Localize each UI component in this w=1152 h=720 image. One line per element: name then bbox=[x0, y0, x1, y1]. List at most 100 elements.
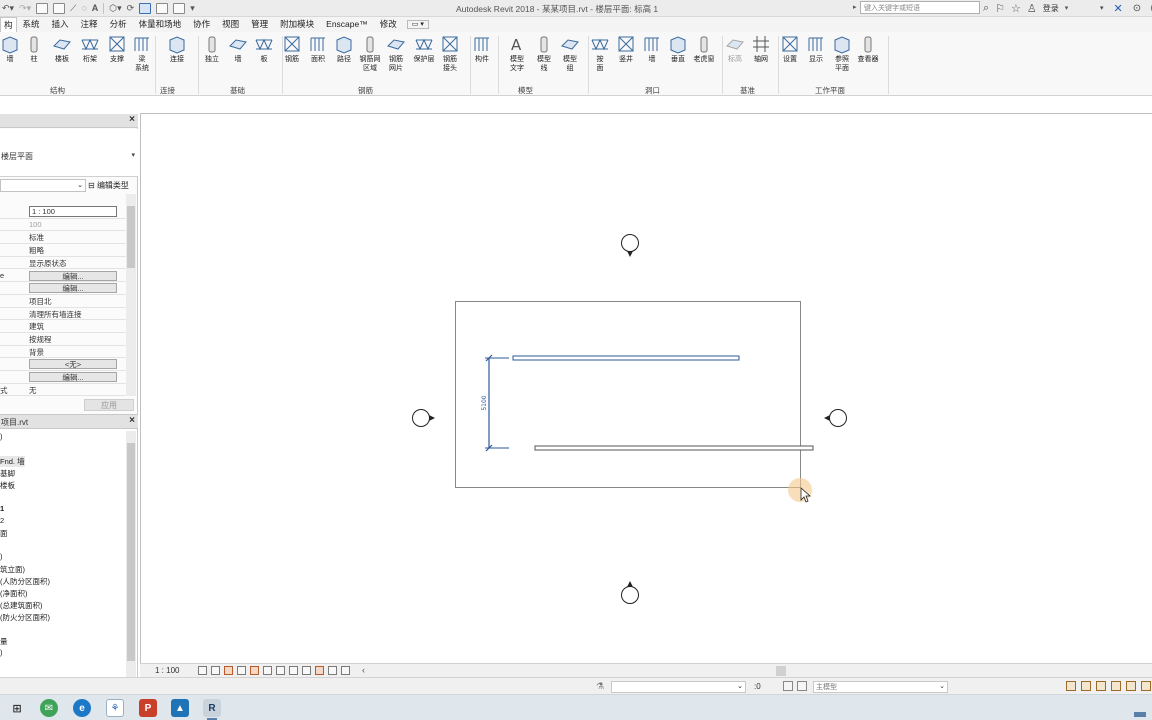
property-edit-button[interactable]: 编辑... bbox=[29, 372, 117, 383]
property-row[interactable]: 式无 bbox=[0, 384, 126, 397]
elevation-marker-south[interactable] bbox=[621, 581, 639, 604]
browser-tree-item[interactable]: (人防分区面积) bbox=[0, 576, 50, 587]
autodesk-icon[interactable]: ⊙ bbox=[1133, 3, 1141, 14]
browser-tree-item[interactable]: ) bbox=[0, 432, 3, 441]
wall-bottom[interactable] bbox=[534, 445, 814, 451]
ribbon-button-16[interactable]: 钢筋 接头 bbox=[437, 34, 463, 73]
browser-scrollbar[interactable] bbox=[126, 431, 136, 677]
ribbon-button-15[interactable]: 保护层 bbox=[411, 34, 437, 64]
editable-only-icon[interactable] bbox=[783, 681, 793, 691]
ribbon-button-23[interactable]: 墙 bbox=[639, 34, 665, 64]
property-row[interactable]: <无> bbox=[0, 358, 126, 372]
browser-tree-item[interactable]: ) bbox=[0, 552, 3, 561]
property-edit-button[interactable]: 编辑... bbox=[29, 270, 117, 281]
edit-type-button[interactable]: ⊟ 编辑类型 bbox=[88, 180, 129, 191]
dimension-text[interactable]: 5100 bbox=[481, 395, 488, 410]
ribbon-group-label[interactable]: 模型 bbox=[518, 85, 533, 96]
ribbon-group-label[interactable]: 基础 bbox=[230, 85, 245, 96]
crop-view-icon[interactable] bbox=[250, 666, 259, 675]
ribbon-button-22[interactable]: 竖井 bbox=[613, 34, 639, 64]
browser-tree-item[interactable]: 面 bbox=[0, 528, 8, 539]
tab-manage[interactable]: 管理 bbox=[245, 17, 274, 32]
tab-annotate[interactable]: 注释 bbox=[75, 17, 104, 32]
analytical-model-icon[interactable] bbox=[328, 666, 337, 675]
tab-analyze[interactable]: 分析 bbox=[104, 17, 133, 32]
ribbon-button-24[interactable]: 垂直 bbox=[665, 34, 691, 64]
photos-icon[interactable]: ▲ bbox=[171, 699, 189, 717]
sun-path-icon[interactable] bbox=[224, 666, 233, 675]
worksharing-icon[interactable] bbox=[315, 666, 324, 675]
ribbon-button-30[interactable]: 参照 平面 bbox=[829, 34, 855, 73]
subscription-icon[interactable]: ⚐ bbox=[995, 2, 1005, 15]
property-row[interactable]: 编辑... bbox=[0, 371, 126, 384]
powerpoint-icon[interactable]: P bbox=[139, 699, 157, 717]
close-browser-icon[interactable]: × bbox=[129, 415, 135, 426]
help-search-input[interactable]: 键入关键字或短语 bbox=[860, 1, 980, 14]
ribbon-button-31[interactable]: 查看器 bbox=[855, 34, 881, 64]
ribbon-group-label[interactable]: 工作平面 bbox=[815, 85, 845, 96]
ribbon-button-11[interactable]: 面积 bbox=[305, 34, 331, 64]
ribbon-button-28[interactable]: 设置 bbox=[777, 34, 803, 64]
ribbon-button-9[interactable]: 板 bbox=[251, 34, 277, 64]
property-row[interactable]: 按规程 bbox=[0, 333, 126, 346]
detail-level-icon[interactable] bbox=[198, 666, 207, 675]
text-icon[interactable]: A bbox=[92, 3, 99, 13]
properties-scrollbar[interactable] bbox=[126, 194, 136, 396]
design-option-dropdown[interactable]: ⌄ 主模型 bbox=[813, 681, 948, 693]
browser-tree-item[interactable]: 2 bbox=[0, 516, 4, 525]
highlight-displacement-icon[interactable] bbox=[341, 666, 350, 675]
close-properties-icon[interactable]: × bbox=[129, 114, 135, 125]
property-row[interactable]: 100 bbox=[0, 219, 126, 232]
visual-style-icon[interactable] bbox=[211, 666, 220, 675]
ribbon-group-label[interactable]: 连接 bbox=[160, 85, 175, 96]
reveal-hidden-icon[interactable] bbox=[302, 666, 311, 675]
browser-tree-item[interactable]: ) bbox=[0, 648, 3, 657]
workset-icon[interactable]: ⚗ bbox=[596, 681, 604, 692]
network-app-icon[interactable]: ⚘ bbox=[106, 699, 124, 717]
property-row[interactable]: e 编辑... bbox=[0, 270, 126, 283]
tab-view[interactable]: 视图 bbox=[216, 17, 245, 32]
tag-icon[interactable]: ◌ bbox=[81, 3, 86, 13]
browser-tree-item[interactable]: 基脚 bbox=[0, 468, 15, 479]
ribbon-button-21[interactable]: 按 面 bbox=[587, 34, 613, 73]
select-underlay-icon[interactable] bbox=[1081, 681, 1091, 691]
wechat-icon[interactable]: ✉ bbox=[40, 699, 58, 717]
scroll-thumb[interactable] bbox=[127, 206, 135, 268]
ribbon-button-18[interactable]: A 模型 文字 bbox=[504, 34, 530, 73]
ribbon-button-25[interactable]: 老虎窗 bbox=[691, 34, 717, 64]
browser-tree-item[interactable]: 1 bbox=[0, 504, 4, 513]
scroll-thumb[interactable] bbox=[127, 443, 135, 661]
user-icon[interactable]: ♙ bbox=[1027, 2, 1037, 15]
undo-icon[interactable]: ↶▾ bbox=[2, 3, 14, 14]
tab-enscape[interactable]: Enscape™ bbox=[320, 17, 374, 32]
select-links-icon[interactable] bbox=[1066, 681, 1076, 691]
tab-modify[interactable]: 修改 bbox=[374, 17, 403, 32]
wall-top[interactable] bbox=[512, 355, 740, 361]
ribbon-button-0[interactable]: 墙 bbox=[0, 34, 23, 64]
property-row[interactable]: 粗略 bbox=[0, 244, 126, 257]
favorites-icon[interactable]: ☆ bbox=[1011, 2, 1021, 15]
temporary-hide-icon[interactable] bbox=[289, 666, 298, 675]
crop-region[interactable] bbox=[455, 301, 801, 488]
ribbon-button-27[interactable]: 轴网 bbox=[748, 34, 774, 64]
browser-tree-item[interactable]: 楼板 bbox=[0, 480, 15, 491]
browser-tree-item[interactable]: (净面积) bbox=[0, 588, 28, 599]
ribbon-group-label[interactable]: 洞口 bbox=[645, 85, 660, 96]
elevation-marker-west[interactable] bbox=[412, 409, 436, 427]
elevation-marker-east[interactable] bbox=[824, 409, 847, 427]
login-link[interactable]: 登录 bbox=[1043, 3, 1059, 14]
tab-massing-site[interactable]: 体量和场地 bbox=[133, 17, 188, 32]
tab-addins[interactable]: 附加模块 bbox=[274, 17, 320, 32]
property-row[interactable]: 清理所有墙连接 bbox=[0, 308, 126, 321]
close-hidden-icon[interactable] bbox=[156, 2, 169, 14]
property-edit-button[interactable]: <无> bbox=[29, 359, 117, 370]
property-row[interactable]: 标准 bbox=[0, 231, 126, 245]
browser-tree-item[interactable]: (防火分区面积) bbox=[0, 612, 50, 623]
section-icon[interactable]: ⟳ bbox=[127, 3, 135, 14]
ribbon-group-label[interactable]: 基准 bbox=[740, 85, 755, 96]
tab-collaborate[interactable]: 协作 bbox=[187, 17, 216, 32]
edge-icon[interactable]: e bbox=[73, 699, 91, 717]
binoculars-icon[interactable]: ⌕ bbox=[983, 2, 989, 15]
ribbon-button-14[interactable]: 钢筋 网片 bbox=[383, 34, 409, 73]
ribbon-group-label[interactable]: 钢筋 bbox=[358, 85, 373, 96]
